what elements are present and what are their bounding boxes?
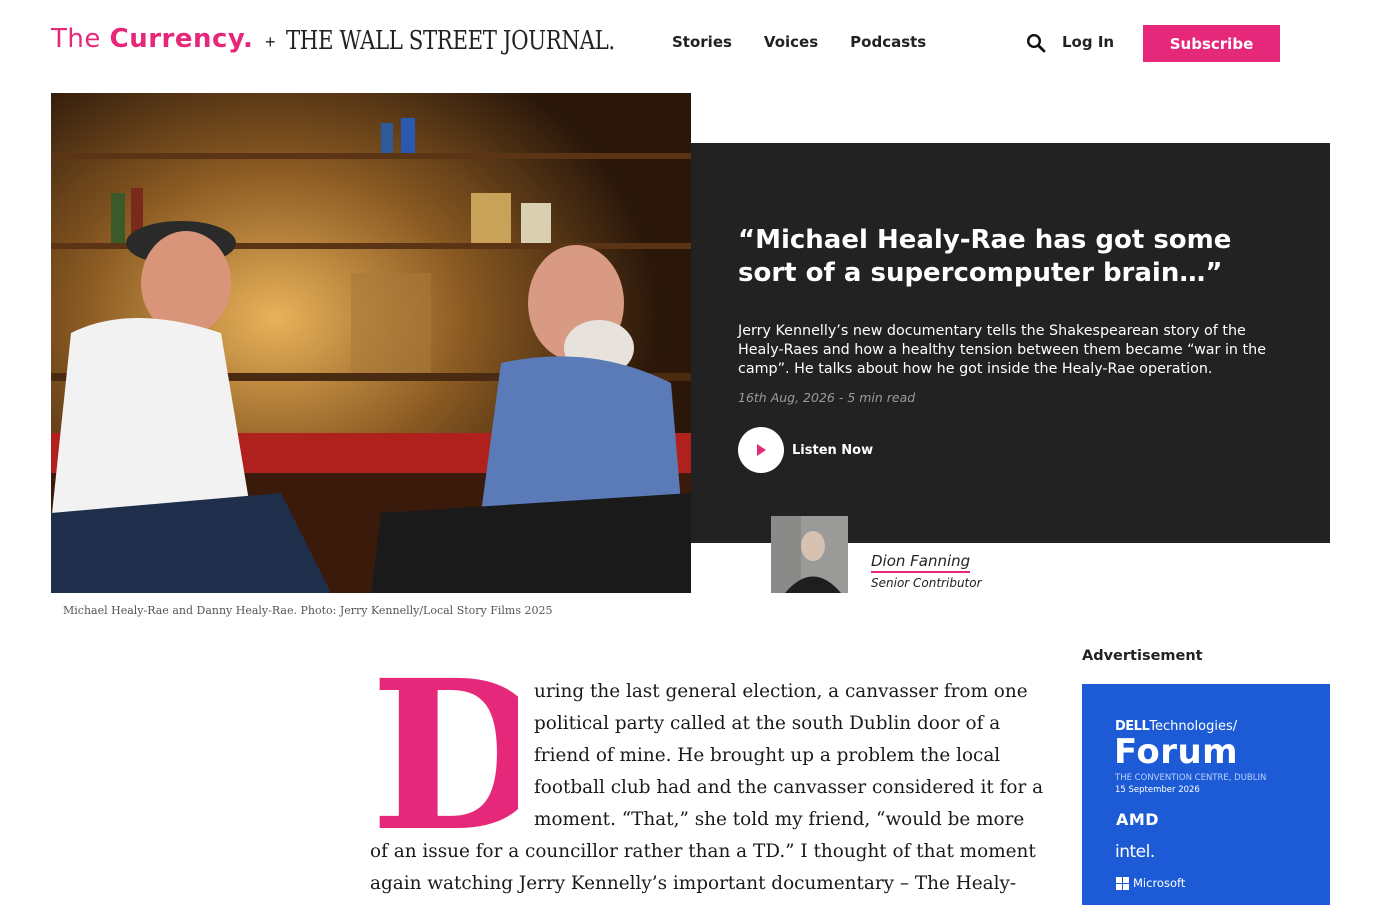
listen-now-label: Listen Now: [792, 442, 874, 458]
article-meta: 16th Aug, 2026 - 5 min read: [738, 390, 916, 405]
ad-title: Forum: [1114, 732, 1239, 772]
microsoft-label: Microsoft: [1133, 876, 1186, 890]
nav-podcasts[interactable]: Podcasts: [850, 33, 926, 51]
amd-logo: AMD: [1116, 810, 1160, 829]
pub-scene-image: [51, 93, 691, 593]
wsj-logo[interactable]: THE WALL STREET JOURNAL.: [286, 26, 615, 56]
microsoft-icon: [1116, 876, 1129, 890]
intel-logo: intel.: [1115, 842, 1155, 862]
search-icon[interactable]: [1026, 33, 1046, 53]
author-photo-image: [771, 516, 848, 593]
logo-the: The: [51, 24, 110, 54]
author-name-link[interactable]: Dion Fanning: [871, 552, 971, 573]
body-line-6: of an issue for a councillor rather than…: [370, 841, 1036, 862]
microsoft-logo: Microsoft: [1116, 876, 1185, 890]
body-line-4: football club had and the canvasser cons…: [534, 777, 1044, 798]
body-line-3: friend of mine. He brought up a problem …: [534, 745, 1001, 766]
login-link[interactable]: Log In: [1062, 33, 1114, 51]
subscribe-button[interactable]: Subscribe: [1143, 25, 1280, 62]
hero-photo: [51, 93, 691, 593]
dropcap-letter: D: [370, 676, 518, 836]
listen-now-button[interactable]: Listen Now: [738, 427, 873, 473]
photo-caption: Michael Healy-Rae and Danny Healy-Rae. P…: [63, 604, 553, 617]
svg-text:D: D: [370, 676, 518, 836]
article-headline: “Michael Healy-Rae has got some sort of …: [738, 225, 1232, 288]
body-line-1: uring the last general election, a canva…: [534, 681, 1028, 702]
author-avatar: [771, 516, 848, 593]
ad-venue: THE CONVENTION CENTRE, DUBLIN: [1115, 773, 1267, 783]
the-currency-logo[interactable]: The Currency.: [51, 24, 253, 54]
nav-voices[interactable]: Voices: [764, 33, 818, 51]
play-icon: [757, 444, 766, 456]
author-role: Senior Contributor: [871, 576, 982, 590]
body-line-2: political party called at the south Dubl…: [534, 713, 1001, 734]
nav-stories[interactable]: Stories: [672, 33, 732, 51]
play-button[interactable]: [738, 427, 784, 473]
main-nav: Stories Voices Podcasts: [672, 33, 926, 51]
body-line-5: moment. “That,” she told my friend, “wou…: [534, 809, 1025, 830]
dell-forum-ad[interactable]: DELLTechnologies/ Forum THE CONVENTION C…: [1082, 684, 1330, 905]
body-line-7: again watching Jerry Kennelly’s importan…: [370, 873, 1017, 894]
ad-date: 15 September 2026: [1115, 785, 1200, 795]
article-standfirst: Jerry Kennelly’s new documentary tells t…: [738, 323, 1266, 377]
logo-currency-word: Currency.: [109, 24, 254, 54]
advertisement-label: Advertisement: [1082, 648, 1203, 664]
logo-plus: +: [265, 32, 276, 52]
